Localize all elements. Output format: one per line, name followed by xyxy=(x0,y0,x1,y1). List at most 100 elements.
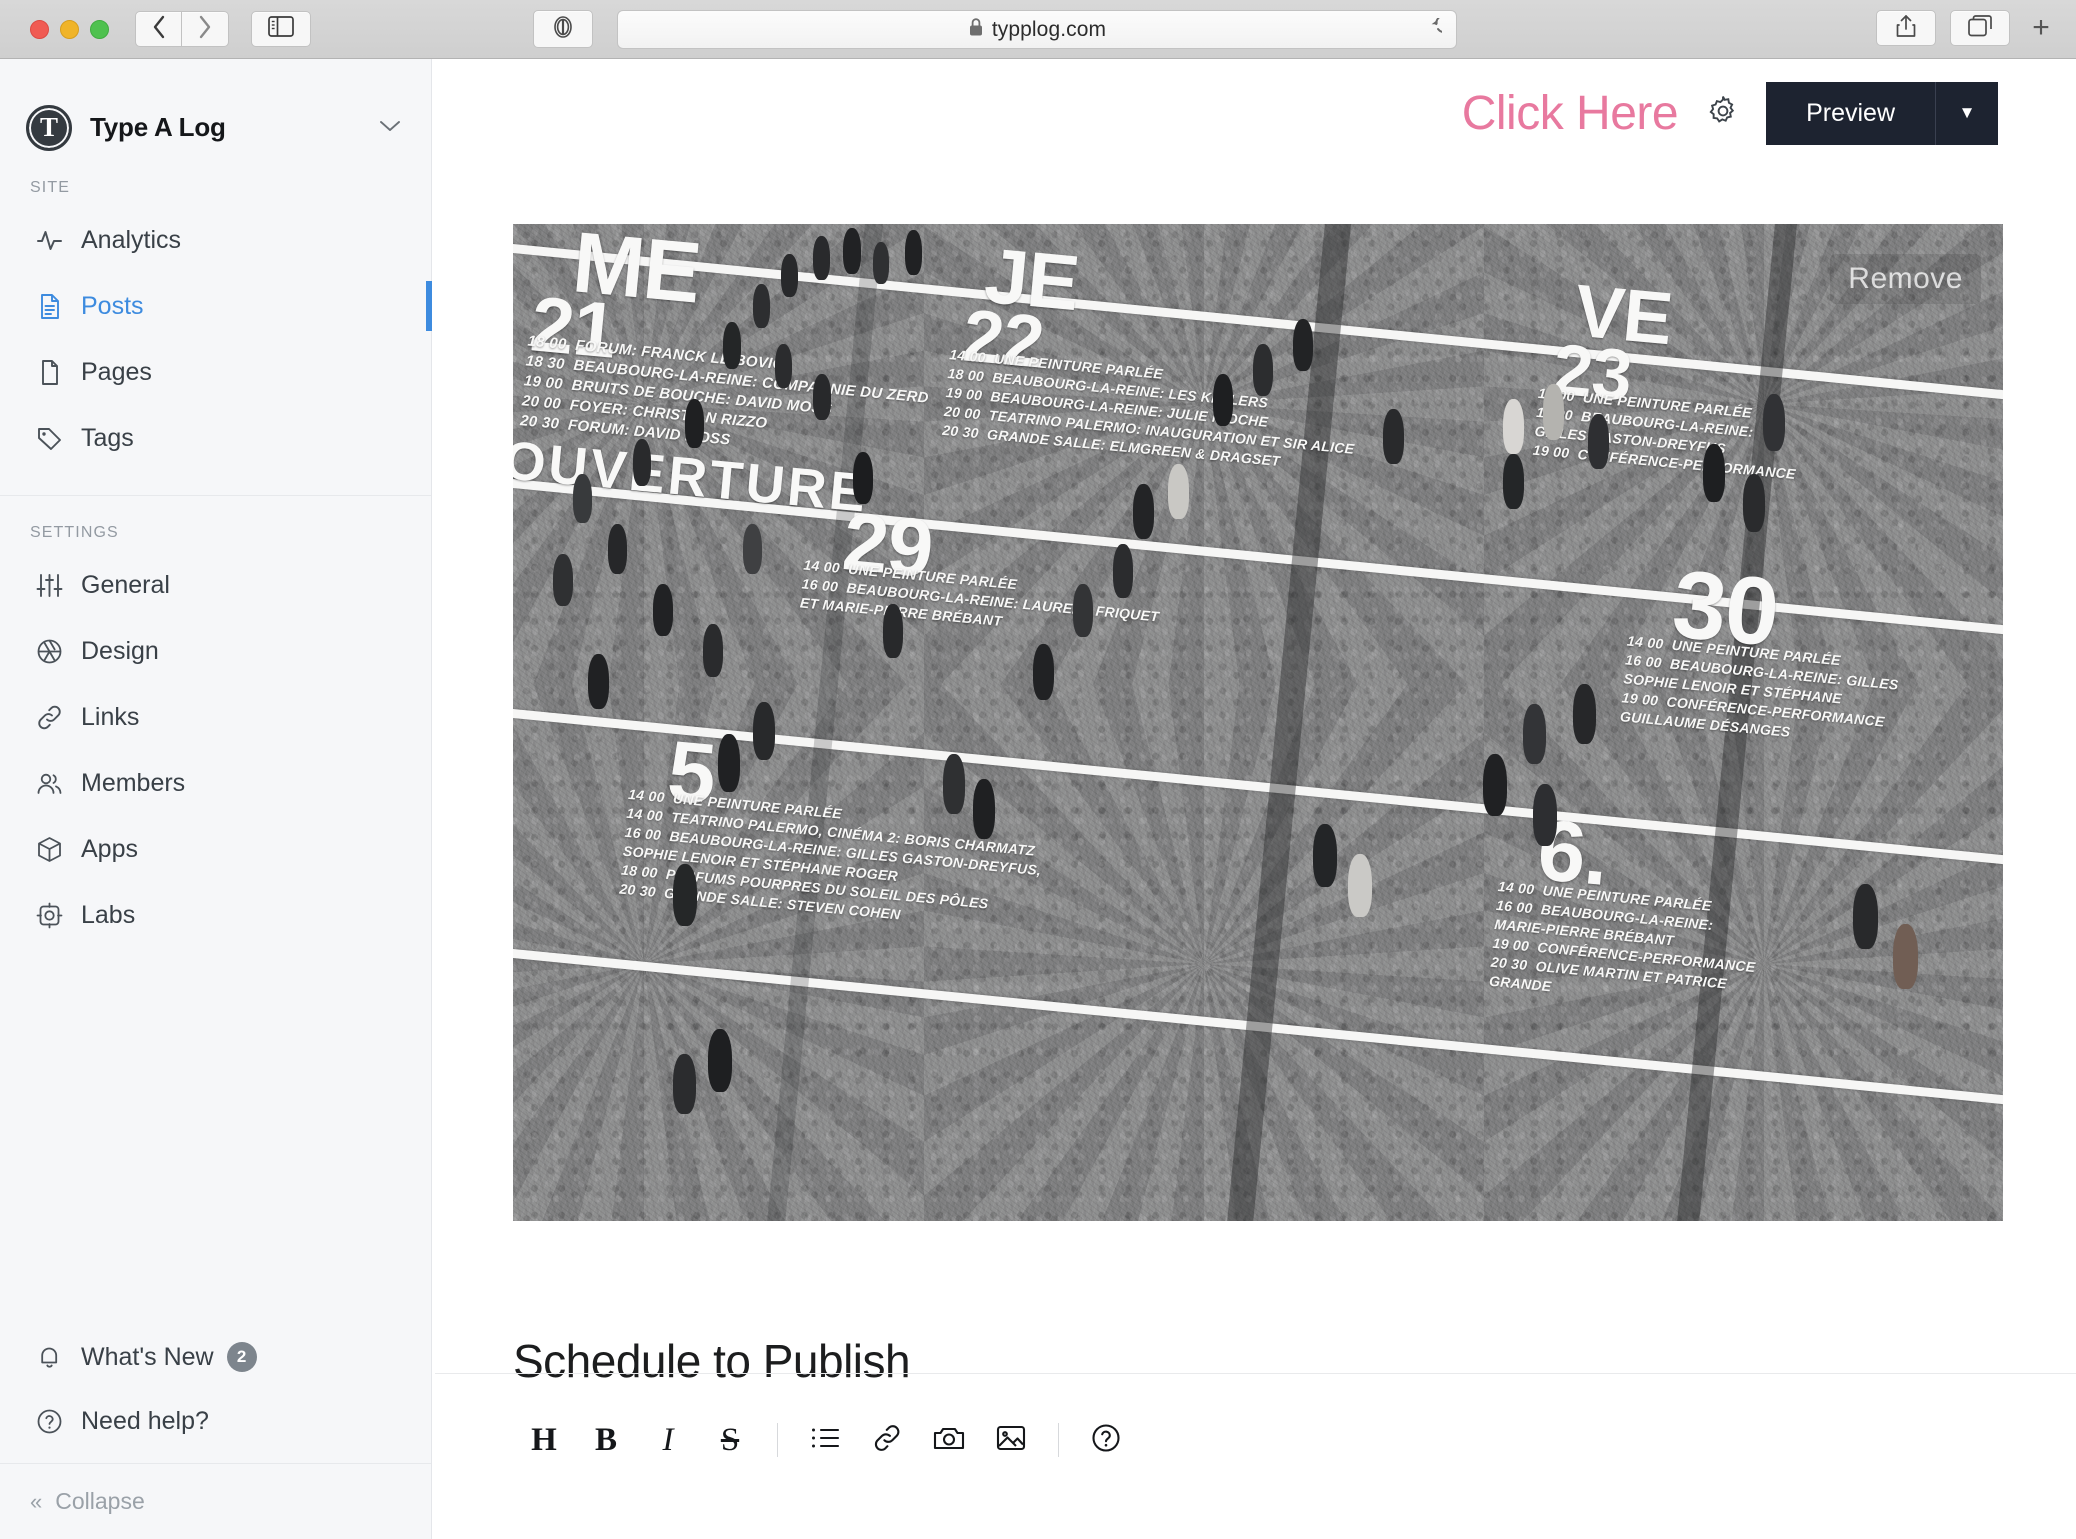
sidebar-item-tags[interactable]: Tags xyxy=(0,405,431,471)
sidebar-collapse-button[interactable]: « Collapse xyxy=(0,1463,431,1539)
double-chevron-left-icon: « xyxy=(30,1488,43,1514)
editor-toolbar: H B I S xyxy=(513,1405,1137,1475)
crowd-figure xyxy=(723,322,741,369)
crowd-figure xyxy=(853,452,873,504)
crowd-figure xyxy=(1383,409,1404,464)
close-window-button[interactable] xyxy=(30,19,49,39)
sidebar-item-labs[interactable]: Labs xyxy=(0,882,431,948)
sidebar-item-label: Analytics xyxy=(81,225,182,254)
sidebar-item-analytics[interactable]: Analytics xyxy=(0,207,431,273)
minimize-window-button[interactable] xyxy=(60,19,79,39)
sidebar-item-pages[interactable]: Pages xyxy=(0,339,431,405)
browser-right-toolbar: + xyxy=(1876,10,2058,46)
share-icon xyxy=(1895,14,1917,43)
url-text: typplog.com xyxy=(991,17,1107,41)
crowd-figure xyxy=(883,604,903,658)
crowd-figure xyxy=(775,344,792,388)
crowd-figure xyxy=(1168,464,1189,519)
camera-icon xyxy=(933,1424,965,1457)
crowd-figure xyxy=(1033,644,1054,700)
sidebar-bottom-nav: What's New 2 Need help? xyxy=(0,1325,431,1463)
italic-button[interactable]: I xyxy=(637,1409,699,1471)
sidebar-item-general[interactable]: General xyxy=(0,552,431,618)
help-icon xyxy=(1091,1423,1121,1458)
nav-section-label-site: SITE xyxy=(30,179,70,196)
crowd-figure xyxy=(1073,584,1093,637)
preview-button-group: Preview ▼ xyxy=(1766,81,1998,145)
crowd-figure xyxy=(1213,374,1233,426)
crowd-figure xyxy=(753,284,770,328)
sidebar-item-label: Members xyxy=(81,768,186,797)
sidebar-item-links[interactable]: Links xyxy=(0,684,431,750)
crowd-figure xyxy=(633,439,651,486)
sidebar-item-apps[interactable]: Apps xyxy=(0,816,431,882)
image-button[interactable] xyxy=(980,1409,1042,1471)
sidebar-item-whats-new[interactable]: What's New 2 xyxy=(0,1325,431,1389)
crowd-figure xyxy=(1483,754,1507,816)
crowd-figure xyxy=(905,230,922,275)
reader-mode-button[interactable] xyxy=(533,10,593,48)
share-button[interactable] xyxy=(1876,10,1936,46)
sidebar-item-design[interactable]: Design xyxy=(0,618,431,684)
strikethrough-button[interactable]: S xyxy=(699,1409,761,1471)
bold-button[interactable]: B xyxy=(575,1409,637,1471)
reload-icon xyxy=(1418,13,1455,46)
aperture-icon xyxy=(34,636,64,666)
tab-overview-button[interactable] xyxy=(1950,10,2010,46)
crowd-figure xyxy=(608,524,627,574)
crowd-figure xyxy=(1893,924,1918,989)
nav-section-settings: SETTINGS General Design Links Members Ap… xyxy=(0,495,431,948)
preview-button[interactable]: Preview xyxy=(1766,81,1935,145)
sidebar-item-label: General xyxy=(81,570,170,599)
sidebar-toggle-button[interactable] xyxy=(251,11,311,47)
crowd-figure xyxy=(1503,454,1524,509)
new-tab-button[interactable]: + xyxy=(2024,13,2058,43)
camera-button[interactable] xyxy=(918,1409,980,1471)
crowd-figure xyxy=(781,254,798,297)
feature-image-photo: ME 21 18 00 FORUM: FRANCK LEIBOVICI 18 3… xyxy=(513,224,2003,1221)
feature-image[interactable]: ME 21 18 00 FORUM: FRANCK LEIBOVICI 18 3… xyxy=(513,224,2003,1221)
bell-icon xyxy=(34,1342,64,1372)
crowd-figure xyxy=(653,584,673,636)
sidebar-item-members[interactable]: Members xyxy=(0,750,431,816)
browser-chrome: typplog.com + xyxy=(0,0,2076,59)
remove-feature-image-button[interactable]: Remove xyxy=(1830,254,1981,304)
reader-mode-icon xyxy=(550,14,576,45)
link-button[interactable] xyxy=(856,1409,918,1471)
post-settings-button[interactable] xyxy=(1702,92,1744,134)
document-text-icon xyxy=(34,291,64,321)
link-icon xyxy=(34,702,64,732)
url-display: typplog.com xyxy=(968,17,1106,43)
help-button[interactable] xyxy=(1075,1409,1137,1471)
sidebar-item-posts[interactable]: Posts xyxy=(0,273,432,339)
address-bar-container[interactable]: typplog.com xyxy=(617,10,1457,49)
chevron-left-icon xyxy=(150,14,168,45)
back-button[interactable] xyxy=(135,11,182,47)
crowd-figure xyxy=(1853,884,1878,949)
site-header[interactable]: T Type A Log xyxy=(0,59,431,163)
site-logo: T xyxy=(26,104,72,151)
crowd-figure xyxy=(1743,474,1765,532)
preview-dropdown-button[interactable]: ▼ xyxy=(1935,81,1998,145)
heading-button[interactable]: H xyxy=(513,1409,575,1471)
click-here-link[interactable]: Click Here xyxy=(1462,86,1679,141)
post-editor-header: Click Here Preview ▼ xyxy=(433,59,2076,167)
maximize-window-button[interactable] xyxy=(90,19,109,39)
forward-button[interactable] xyxy=(182,11,229,47)
box-icon xyxy=(34,834,64,864)
whats-new-badge: 2 xyxy=(226,1342,257,1372)
sidebar-item-label: Links xyxy=(81,702,140,731)
sidebar: T Type A Log SITE Analytics Posts Pages … xyxy=(0,59,432,1539)
post-title[interactable]: Schedule to Publish xyxy=(513,1334,911,1388)
sidebar-item-need-help[interactable]: Need help? xyxy=(0,1389,431,1453)
crowd-figure xyxy=(1533,784,1557,846)
bullet-list-button[interactable] xyxy=(794,1409,856,1471)
reload-button[interactable] xyxy=(1418,13,1455,42)
chevron-down-icon[interactable] xyxy=(379,118,401,138)
address-bar[interactable]: typplog.com xyxy=(617,10,1457,49)
nav-buttons-group xyxy=(135,11,229,47)
crowd-figure xyxy=(943,754,965,814)
crowd-figure xyxy=(685,399,704,448)
crowd-figure xyxy=(1293,319,1313,371)
